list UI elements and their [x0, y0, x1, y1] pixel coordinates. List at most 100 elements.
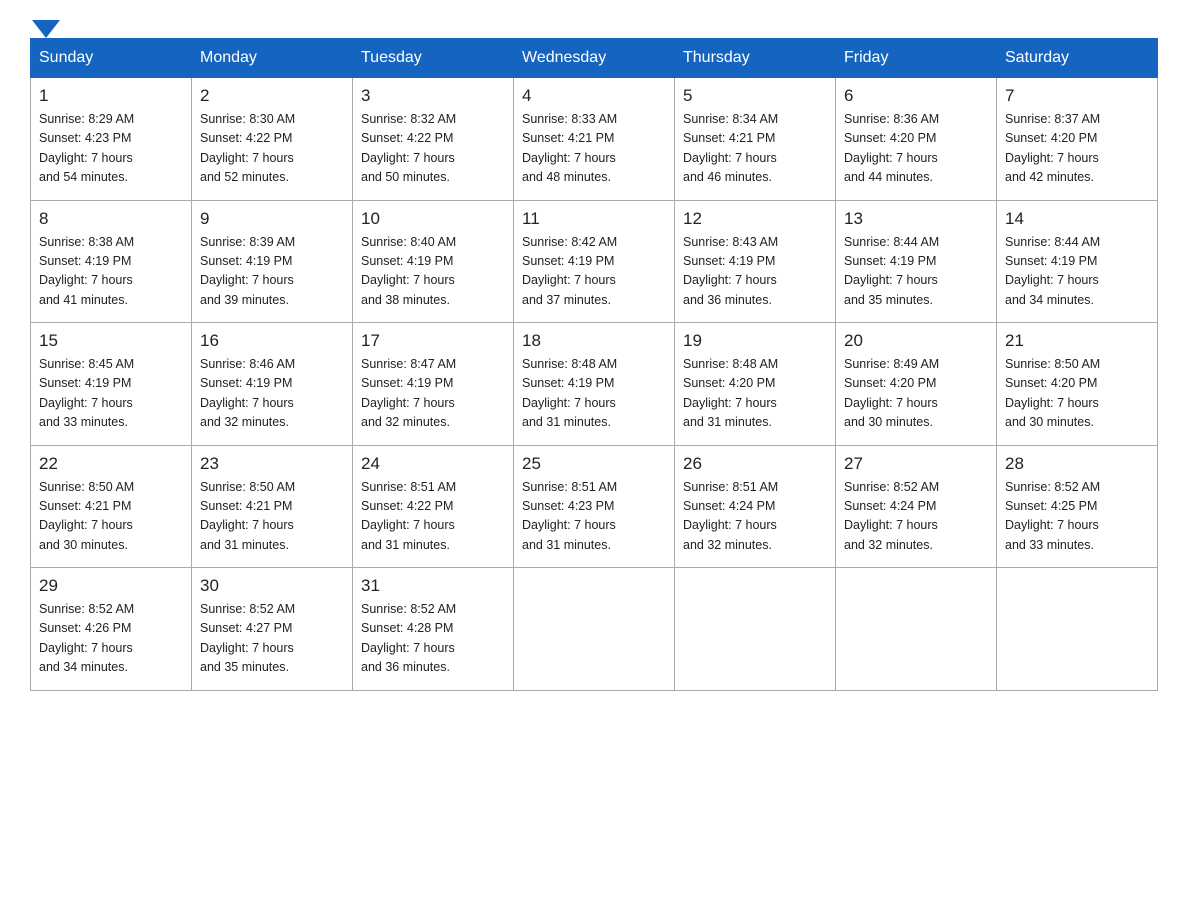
day-info: Sunrise: 8:52 AMSunset: 4:26 PMDaylight:… [39, 602, 134, 674]
day-info: Sunrise: 8:33 AMSunset: 4:21 PMDaylight:… [522, 112, 617, 184]
calendar-cell [675, 568, 836, 691]
calendar-cell: 5 Sunrise: 8:34 AMSunset: 4:21 PMDayligh… [675, 78, 836, 201]
day-number: 13 [844, 209, 988, 229]
calendar-cell: 12 Sunrise: 8:43 AMSunset: 4:19 PMDaylig… [675, 200, 836, 323]
calendar-cell: 22 Sunrise: 8:50 AMSunset: 4:21 PMDaylig… [31, 445, 192, 568]
day-info: Sunrise: 8:47 AMSunset: 4:19 PMDaylight:… [361, 357, 456, 429]
calendar-cell: 13 Sunrise: 8:44 AMSunset: 4:19 PMDaylig… [836, 200, 997, 323]
day-number: 31 [361, 576, 505, 596]
day-info: Sunrise: 8:42 AMSunset: 4:19 PMDaylight:… [522, 235, 617, 307]
col-header-saturday: Saturday [997, 39, 1158, 78]
calendar-cell: 26 Sunrise: 8:51 AMSunset: 4:24 PMDaylig… [675, 445, 836, 568]
calendar-cell: 7 Sunrise: 8:37 AMSunset: 4:20 PMDayligh… [997, 78, 1158, 201]
day-number: 2 [200, 86, 344, 106]
day-number: 20 [844, 331, 988, 351]
day-number: 24 [361, 454, 505, 474]
day-number: 10 [361, 209, 505, 229]
calendar-cell: 21 Sunrise: 8:50 AMSunset: 4:20 PMDaylig… [997, 323, 1158, 446]
day-number: 25 [522, 454, 666, 474]
col-header-wednesday: Wednesday [514, 39, 675, 78]
day-info: Sunrise: 8:44 AMSunset: 4:19 PMDaylight:… [844, 235, 939, 307]
day-number: 14 [1005, 209, 1149, 229]
day-number: 29 [39, 576, 183, 596]
day-number: 15 [39, 331, 183, 351]
day-info: Sunrise: 8:46 AMSunset: 4:19 PMDaylight:… [200, 357, 295, 429]
calendar-cell [997, 568, 1158, 691]
calendar-cell: 29 Sunrise: 8:52 AMSunset: 4:26 PMDaylig… [31, 568, 192, 691]
day-number: 27 [844, 454, 988, 474]
calendar-cell: 14 Sunrise: 8:44 AMSunset: 4:19 PMDaylig… [997, 200, 1158, 323]
calendar-week-row: 22 Sunrise: 8:50 AMSunset: 4:21 PMDaylig… [31, 445, 1158, 568]
day-info: Sunrise: 8:29 AMSunset: 4:23 PMDaylight:… [39, 112, 134, 184]
day-info: Sunrise: 8:52 AMSunset: 4:27 PMDaylight:… [200, 602, 295, 674]
day-number: 28 [1005, 454, 1149, 474]
day-number: 30 [200, 576, 344, 596]
day-info: Sunrise: 8:51 AMSunset: 4:22 PMDaylight:… [361, 480, 456, 552]
logo-arrow-icon [32, 20, 60, 38]
day-info: Sunrise: 8:51 AMSunset: 4:24 PMDaylight:… [683, 480, 778, 552]
calendar-cell: 1 Sunrise: 8:29 AMSunset: 4:23 PMDayligh… [31, 78, 192, 201]
calendar-cell: 11 Sunrise: 8:42 AMSunset: 4:19 PMDaylig… [514, 200, 675, 323]
calendar-cell: 16 Sunrise: 8:46 AMSunset: 4:19 PMDaylig… [192, 323, 353, 446]
calendar-cell: 25 Sunrise: 8:51 AMSunset: 4:23 PMDaylig… [514, 445, 675, 568]
day-info: Sunrise: 8:45 AMSunset: 4:19 PMDaylight:… [39, 357, 134, 429]
calendar-week-row: 29 Sunrise: 8:52 AMSunset: 4:26 PMDaylig… [31, 568, 1158, 691]
day-number: 1 [39, 86, 183, 106]
day-info: Sunrise: 8:37 AMSunset: 4:20 PMDaylight:… [1005, 112, 1100, 184]
day-number: 11 [522, 209, 666, 229]
day-number: 19 [683, 331, 827, 351]
day-info: Sunrise: 8:52 AMSunset: 4:25 PMDaylight:… [1005, 480, 1100, 552]
calendar-cell: 23 Sunrise: 8:50 AMSunset: 4:21 PMDaylig… [192, 445, 353, 568]
calendar-cell: 31 Sunrise: 8:52 AMSunset: 4:28 PMDaylig… [353, 568, 514, 691]
calendar-table: SundayMondayTuesdayWednesdayThursdayFrid… [30, 38, 1158, 691]
day-info: Sunrise: 8:34 AMSunset: 4:21 PMDaylight:… [683, 112, 778, 184]
calendar-cell: 28 Sunrise: 8:52 AMSunset: 4:25 PMDaylig… [997, 445, 1158, 568]
day-number: 3 [361, 86, 505, 106]
day-number: 4 [522, 86, 666, 106]
calendar-cell: 4 Sunrise: 8:33 AMSunset: 4:21 PMDayligh… [514, 78, 675, 201]
calendar-cell: 15 Sunrise: 8:45 AMSunset: 4:19 PMDaylig… [31, 323, 192, 446]
day-number: 23 [200, 454, 344, 474]
calendar-cell: 17 Sunrise: 8:47 AMSunset: 4:19 PMDaylig… [353, 323, 514, 446]
day-number: 6 [844, 86, 988, 106]
calendar-cell [514, 568, 675, 691]
day-info: Sunrise: 8:49 AMSunset: 4:20 PMDaylight:… [844, 357, 939, 429]
col-header-thursday: Thursday [675, 39, 836, 78]
day-number: 8 [39, 209, 183, 229]
day-info: Sunrise: 8:48 AMSunset: 4:19 PMDaylight:… [522, 357, 617, 429]
calendar-cell: 30 Sunrise: 8:52 AMSunset: 4:27 PMDaylig… [192, 568, 353, 691]
page-header [30, 20, 1158, 28]
day-number: 21 [1005, 331, 1149, 351]
calendar-cell [836, 568, 997, 691]
calendar-cell: 3 Sunrise: 8:32 AMSunset: 4:22 PMDayligh… [353, 78, 514, 201]
calendar-header-row: SundayMondayTuesdayWednesdayThursdayFrid… [31, 39, 1158, 78]
col-header-sunday: Sunday [31, 39, 192, 78]
day-number: 16 [200, 331, 344, 351]
col-header-friday: Friday [836, 39, 997, 78]
day-number: 12 [683, 209, 827, 229]
day-number: 5 [683, 86, 827, 106]
day-number: 18 [522, 331, 666, 351]
calendar-week-row: 8 Sunrise: 8:38 AMSunset: 4:19 PMDayligh… [31, 200, 1158, 323]
calendar-cell: 10 Sunrise: 8:40 AMSunset: 4:19 PMDaylig… [353, 200, 514, 323]
calendar-cell: 2 Sunrise: 8:30 AMSunset: 4:22 PMDayligh… [192, 78, 353, 201]
calendar-cell: 6 Sunrise: 8:36 AMSunset: 4:20 PMDayligh… [836, 78, 997, 201]
calendar-cell: 19 Sunrise: 8:48 AMSunset: 4:20 PMDaylig… [675, 323, 836, 446]
day-info: Sunrise: 8:38 AMSunset: 4:19 PMDaylight:… [39, 235, 134, 307]
day-number: 9 [200, 209, 344, 229]
calendar-cell: 24 Sunrise: 8:51 AMSunset: 4:22 PMDaylig… [353, 445, 514, 568]
col-header-monday: Monday [192, 39, 353, 78]
calendar-cell: 20 Sunrise: 8:49 AMSunset: 4:20 PMDaylig… [836, 323, 997, 446]
calendar-cell: 27 Sunrise: 8:52 AMSunset: 4:24 PMDaylig… [836, 445, 997, 568]
day-info: Sunrise: 8:30 AMSunset: 4:22 PMDaylight:… [200, 112, 295, 184]
day-info: Sunrise: 8:39 AMSunset: 4:19 PMDaylight:… [200, 235, 295, 307]
calendar-week-row: 1 Sunrise: 8:29 AMSunset: 4:23 PMDayligh… [31, 78, 1158, 201]
day-info: Sunrise: 8:50 AMSunset: 4:21 PMDaylight:… [39, 480, 134, 552]
day-info: Sunrise: 8:32 AMSunset: 4:22 PMDaylight:… [361, 112, 456, 184]
day-info: Sunrise: 8:50 AMSunset: 4:20 PMDaylight:… [1005, 357, 1100, 429]
calendar-cell: 9 Sunrise: 8:39 AMSunset: 4:19 PMDayligh… [192, 200, 353, 323]
day-info: Sunrise: 8:43 AMSunset: 4:19 PMDaylight:… [683, 235, 778, 307]
day-info: Sunrise: 8:48 AMSunset: 4:20 PMDaylight:… [683, 357, 778, 429]
day-info: Sunrise: 8:40 AMSunset: 4:19 PMDaylight:… [361, 235, 456, 307]
day-number: 26 [683, 454, 827, 474]
